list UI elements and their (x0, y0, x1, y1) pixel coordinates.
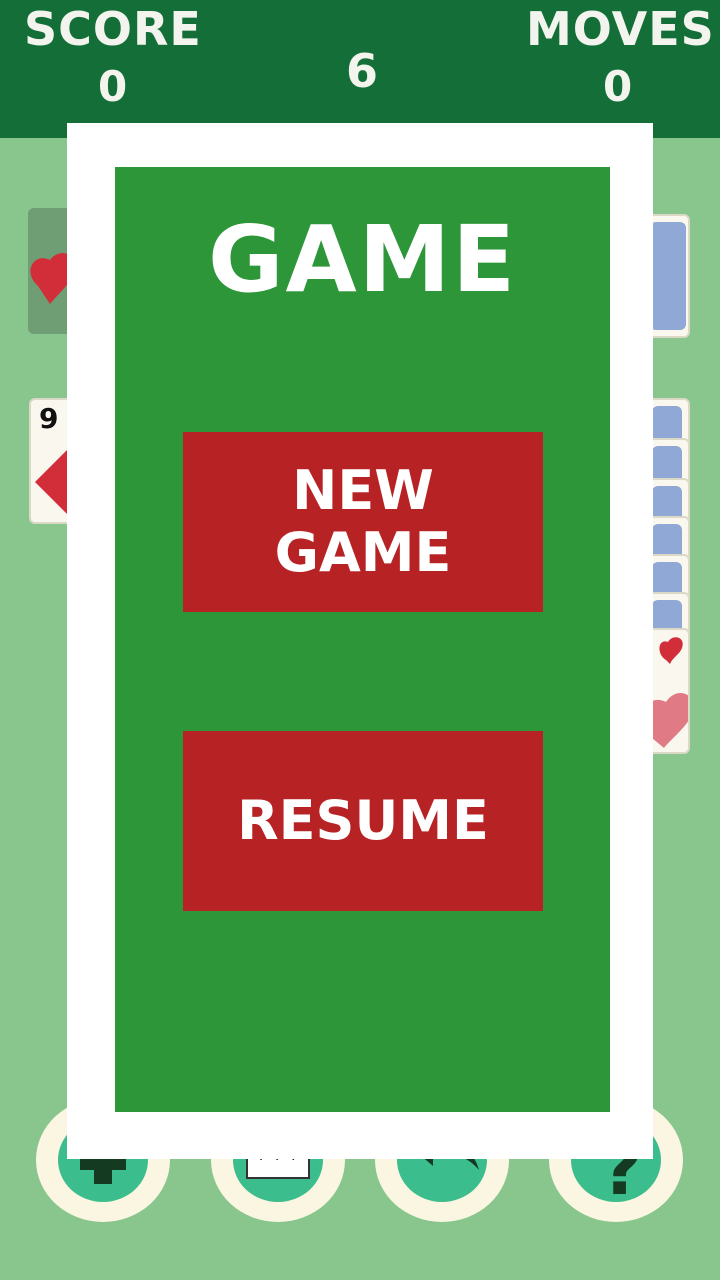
card-back (650, 222, 686, 330)
score-label: SCORE (24, 2, 202, 56)
moves-label: MOVES (526, 2, 715, 56)
menu-title: GAME (207, 206, 518, 313)
moves-value: 0 (603, 62, 633, 111)
new-game-label-line1: NEW (292, 459, 434, 522)
score-header: SCORE 0 6 MOVES 0 (0, 0, 720, 138)
game-board: SCORE 0 6 MOVES 0 9 ? GAME NEW GAME RESU… (0, 0, 720, 1280)
new-game-button[interactable]: NEW GAME (183, 432, 543, 612)
timer-value: 6 (346, 44, 379, 98)
resume-button[interactable]: RESUME (183, 731, 543, 911)
new-game-label-line2: GAME (274, 521, 452, 584)
resume-label: RESUME (237, 789, 489, 852)
score-value: 0 (98, 62, 128, 111)
